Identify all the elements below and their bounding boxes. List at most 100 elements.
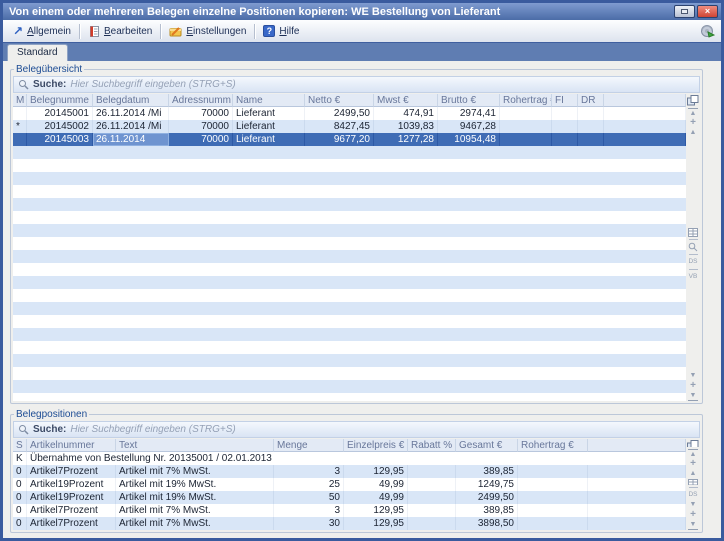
grid-view-icon[interactable] <box>688 228 698 237</box>
position-row[interactable]: 0 Artikel7Prozent Artikel mit 7% MwSt. 3… <box>13 517 686 530</box>
beleguebersicht-searchbar[interactable]: Suche: <box>13 76 700 93</box>
belegpositionen-searchbar[interactable]: Suche: <box>13 421 700 438</box>
ds-icon[interactable]: DS <box>688 490 698 500</box>
toolbar-separator <box>79 24 80 39</box>
column-chooser-icon[interactable] <box>687 95 699 106</box>
position-row[interactable]: 0 Artikel7Prozent Artikel mit 7% MwSt. 3… <box>13 465 686 478</box>
empty-row <box>13 211 686 224</box>
col-rohertrag[interactable]: Rohertrag € <box>500 94 552 107</box>
toolbar-separator <box>254 24 255 39</box>
window-title: Von einem oder mehreren Belegen einzelne… <box>9 6 672 18</box>
empty-row <box>13 354 686 367</box>
col-rohertrag[interactable]: Rohertrag € <box>518 439 588 452</box>
dialog-window: Von einem oder mehreren Belegen einzelne… <box>0 0 724 541</box>
col-artikelnummer[interactable]: Artikelnummer <box>27 439 116 452</box>
settings-icon <box>169 25 182 37</box>
empty-row <box>13 315 686 328</box>
col-belegnummer[interactable]: Belegnumme <box>27 94 93 107</box>
tab-strip: Standard <box>3 43 721 61</box>
position-row[interactable]: 0 Artikel19Prozent Artikel mit 19% MwSt.… <box>13 478 686 491</box>
empty-row <box>13 367 686 380</box>
menu-hilfe-label: Hilfe <box>279 26 299 37</box>
previous-row-icon[interactable]: ▲ <box>688 128 698 138</box>
empty-row <box>13 159 686 172</box>
search-label: Suche: <box>33 424 66 435</box>
beleg-row[interactable]: 20145003 26.11.2014 70000 Lieferant 9677… <box>13 133 686 146</box>
col-name[interactable]: Name <box>233 94 305 107</box>
add-row-icon[interactable]: + <box>688 381 698 391</box>
col-netto[interactable]: Netto € <box>305 94 374 107</box>
ds-icon[interactable]: DS <box>688 257 698 267</box>
search-row-icon[interactable] <box>688 242 698 252</box>
beleg-row[interactable]: 20145001 26.11.2014 /Mi 70000 Lieferant … <box>13 107 686 120</box>
col-menge[interactable]: Menge <box>274 439 344 452</box>
vb-icon[interactable]: VB <box>688 272 698 282</box>
add-row-icon[interactable]: + <box>688 510 698 520</box>
insert-row-icon[interactable]: + <box>688 459 698 469</box>
position-row[interactable]: K Übernahme von Bestellung Nr. 20135001 … <box>13 452 686 465</box>
col-s[interactable]: S <box>13 439 27 452</box>
web-update-icon[interactable] <box>700 24 715 39</box>
empty-row <box>13 237 686 250</box>
beleg-grid-header: M Belegnumme Belegdatum Adressnumm Name … <box>13 94 686 107</box>
beleg-row[interactable]: * 20145002 26.11.2014 /Mi 70000 Lieferan… <box>13 120 686 133</box>
insert-row-icon[interactable]: + <box>688 118 698 128</box>
empty-row <box>13 185 686 198</box>
col-belegdatum[interactable]: Belegdatum <box>93 94 169 107</box>
last-row-icon[interactable]: ▼ <box>688 391 698 401</box>
position-row[interactable]: 0 Artikel19Prozent Artikel mit 19% MwSt.… <box>13 491 686 504</box>
last-row-icon[interactable]: ▼ <box>688 520 698 530</box>
col-filler <box>588 439 686 452</box>
empty-row <box>13 250 686 263</box>
empty-row <box>13 172 686 185</box>
empty-row <box>13 146 686 159</box>
search-label: Suche: <box>33 79 66 90</box>
empty-row <box>13 224 686 237</box>
help-icon: ? <box>263 25 275 37</box>
menu-bearbeiten[interactable]: Bearbeiten <box>82 23 158 39</box>
restore-button[interactable] <box>674 5 695 18</box>
positionen-grid: S Artikelnummer Text Menge Einzelpreis €… <box>13 439 686 530</box>
column-chooser-icon[interactable] <box>687 440 699 447</box>
grid-view-icon[interactable] <box>688 479 698 485</box>
empty-row <box>13 263 686 276</box>
col-filler <box>604 94 686 107</box>
col-einzelpreis[interactable]: Einzelpreis € <box>344 439 408 452</box>
position-row[interactable]: 0 Artikel7Prozent Artikel mit 7% MwSt. 3… <box>13 504 686 517</box>
menu-bearbeiten-label: Bearbeiten <box>104 26 152 37</box>
empty-row <box>13 393 686 401</box>
close-button[interactable]: × <box>697 5 718 18</box>
empty-row <box>13 302 686 315</box>
search-icon <box>18 79 29 90</box>
col-mwst[interactable]: Mwst € <box>374 94 438 107</box>
menu-allgemein[interactable]: ↗ Allgemein <box>7 23 77 39</box>
col-fi[interactable]: FI <box>552 94 578 107</box>
previous-row-icon[interactable]: ▲ <box>688 469 698 479</box>
empty-row <box>13 198 686 211</box>
menu-hilfe[interactable]: ? Hilfe <box>257 23 305 39</box>
col-m[interactable]: M <box>13 94 27 107</box>
empty-row <box>13 328 686 341</box>
beleguebersicht-label: Belegübersicht <box>14 64 84 75</box>
positionen-search-input[interactable] <box>70 424 695 435</box>
positionen-grid-sidebar: ▲ + ▲ DS ▼ + ▼ <box>686 439 700 530</box>
menu-allgemein-label: Allgemein <box>27 26 71 37</box>
col-text[interactable]: Text <box>116 439 274 452</box>
beleguebersicht-group: Belegübersicht Suche: M Belegnumme Beleg… <box>10 64 703 404</box>
empty-row <box>13 276 686 289</box>
col-gesamt[interactable]: Gesamt € <box>456 439 518 452</box>
tab-standard[interactable]: Standard <box>7 44 68 61</box>
col-rabatt[interactable]: Rabatt % <box>408 439 456 452</box>
menu-einstellungen[interactable]: Einstellungen <box>163 23 252 39</box>
beleg-search-input[interactable] <box>70 79 695 90</box>
col-brutto[interactable]: Brutto € <box>438 94 500 107</box>
beleg-grid: M Belegnumme Belegdatum Adressnumm Name … <box>13 94 686 401</box>
col-dr[interactable]: DR <box>578 94 604 107</box>
col-adressnummer[interactable]: Adressnumm <box>169 94 233 107</box>
title-bar[interactable]: Von einem oder mehreren Belegen einzelne… <box>3 3 721 20</box>
search-icon <box>18 424 29 435</box>
menu-toolbar: ↗ Allgemein Bearbeiten Einstellungen ? H… <box>3 20 721 43</box>
arrow-ne-icon: ↗ <box>13 25 23 37</box>
content-panel: Belegübersicht Suche: M Belegnumme Beleg… <box>3 61 721 538</box>
empty-row <box>13 380 686 393</box>
